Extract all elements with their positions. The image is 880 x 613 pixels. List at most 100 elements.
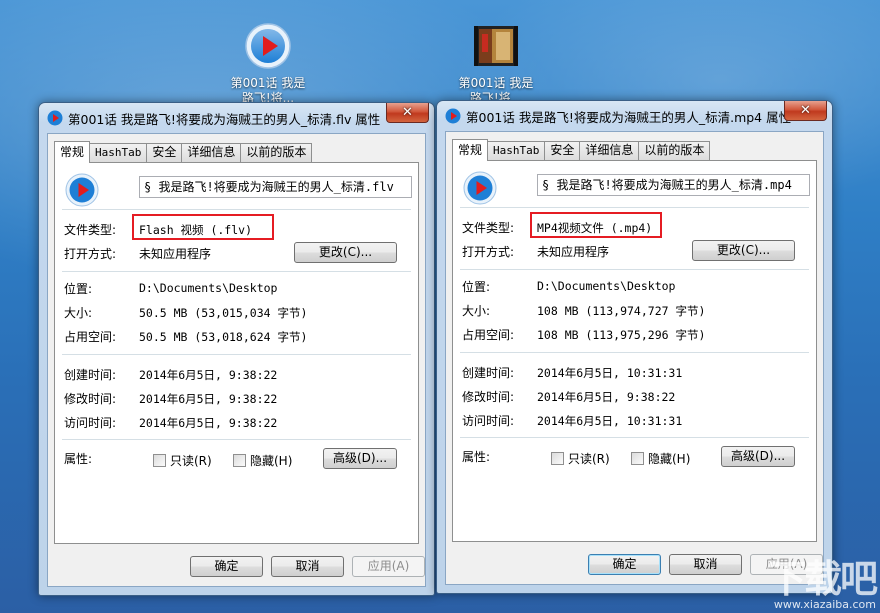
- separator: [62, 209, 411, 210]
- readonly-label: 只读(R): [170, 454, 212, 468]
- tab-details[interactable]: 详细信息: [579, 141, 640, 160]
- close-button[interactable]: ✕: [386, 103, 429, 123]
- readonly-label: 只读(R): [568, 452, 610, 466]
- readonly-checkbox[interactable]: 只读(R): [551, 450, 610, 467]
- tab-bar: 常规 HashTab 安全 详细信息 以前的版本: [54, 141, 313, 163]
- filename-field[interactable]: § 我是路飞!将要成为海贼王的男人_标清.mp4: [537, 174, 810, 196]
- title-bar[interactable]: 第001话 我是路飞!将要成为海贼王的男人_标清.flv 属性: [47, 107, 434, 129]
- separator: [62, 354, 411, 355]
- change-button[interactable]: 更改(C)...: [294, 242, 397, 263]
- cancel-button[interactable]: 取消: [669, 554, 742, 575]
- created-label: 创建时间:: [462, 366, 515, 380]
- accessed-label: 访问时间:: [462, 414, 515, 428]
- close-icon: ✕: [402, 105, 413, 120]
- close-button[interactable]: ✕: [784, 101, 827, 121]
- hidden-checkbox[interactable]: 隐藏(H): [631, 450, 690, 467]
- tab-security[interactable]: 安全: [146, 143, 183, 162]
- location-value: D:\Documents\Desktop: [537, 279, 676, 293]
- readonly-checkbox[interactable]: 只读(R): [153, 452, 212, 469]
- accessed-value: 2014年6月5日, 10:31:31: [537, 414, 683, 428]
- modified-label: 修改时间:: [462, 390, 515, 404]
- checkbox-box[interactable]: [153, 454, 166, 467]
- separator: [62, 271, 411, 272]
- play-video-icon: [47, 110, 63, 126]
- play-video-icon: [245, 23, 291, 69]
- size-value: 50.5 MB (53,015,034 字节): [139, 306, 308, 320]
- properties-window-mp4[interactable]: 第001话 我是路飞!将要成为海贼王的男人_标清.mp4 属性 ✕ 常规 Has…: [436, 100, 833, 594]
- modified-value: 2014年6月5日, 9:38:22: [537, 390, 676, 404]
- hidden-checkbox[interactable]: 隐藏(H): [233, 452, 292, 469]
- checkbox-box[interactable]: [631, 452, 644, 465]
- highlight-box: [132, 214, 274, 240]
- location-value: D:\Documents\Desktop: [139, 281, 278, 295]
- cancel-button[interactable]: 取消: [271, 556, 344, 577]
- dialog-body: 常规 HashTab 安全 详细信息 以前的版本 § 我是路飞!将要成为海贼王的…: [445, 131, 824, 585]
- open-with-label: 打开方式:: [462, 245, 515, 259]
- size-on-disk-value: 108 MB (113,975,296 字节): [537, 328, 706, 342]
- general-panel: § 我是路飞!将要成为海贼王的男人_标清.flv 文件类型: Flash 视频 …: [54, 162, 419, 544]
- tab-general[interactable]: 常规: [452, 139, 489, 161]
- accessed-label: 访问时间:: [64, 416, 117, 430]
- window-title: 第001话 我是路飞!将要成为海贼王的男人_标清.mp4 属性: [466, 109, 792, 125]
- separator: [460, 352, 809, 353]
- size-label: 大小:: [462, 304, 491, 318]
- open-with-value: 未知应用程序: [139, 247, 212, 261]
- properties-window-flv[interactable]: 第001话 我是路飞!将要成为海贼王的男人_标清.flv 属性 ✕ 常规 Has…: [38, 102, 435, 596]
- created-value: 2014年6月5日, 9:38:22: [139, 368, 278, 382]
- tab-hashtab[interactable]: HashTab: [487, 141, 546, 160]
- tab-details[interactable]: 详细信息: [181, 143, 242, 162]
- video-thumbnail-icon: [474, 26, 518, 66]
- title-bar[interactable]: 第001话 我是路飞!将要成为海贼王的男人_标清.mp4 属性: [445, 105, 832, 127]
- advanced-button[interactable]: 高级(D)...: [721, 446, 795, 467]
- open-with-label: 打开方式:: [64, 247, 117, 261]
- modified-value: 2014年6月5日, 9:38:22: [139, 392, 278, 406]
- modified-label: 修改时间:: [64, 392, 117, 406]
- tab-general[interactable]: 常规: [54, 141, 91, 163]
- watermark-logo: 下载吧: [767, 557, 878, 601]
- attributes-label: 属性:: [64, 452, 93, 466]
- separator: [460, 437, 809, 438]
- size-on-disk-label: 占用空间:: [64, 330, 117, 344]
- size-label: 大小:: [64, 306, 93, 320]
- tab-previous-versions[interactable]: 以前的版本: [240, 143, 313, 162]
- created-value: 2014年6月5日, 10:31:31: [537, 366, 683, 380]
- window-title: 第001话 我是路飞!将要成为海贼王的男人_标清.flv 属性: [68, 111, 381, 127]
- tab-bar: 常规 HashTab 安全 详细信息 以前的版本: [452, 139, 711, 161]
- apply-button[interactable]: 应用(A): [352, 556, 425, 577]
- play-video-icon: [445, 108, 461, 124]
- size-value: 108 MB (113,974,727 字节): [537, 304, 706, 318]
- separator: [460, 207, 809, 208]
- tab-security[interactable]: 安全: [544, 141, 581, 160]
- play-video-icon: [65, 173, 99, 207]
- close-icon: ✕: [800, 103, 811, 118]
- tab-previous-versions[interactable]: 以前的版本: [638, 141, 711, 160]
- open-with-value: 未知应用程序: [537, 245, 610, 259]
- dialog-body: 常规 HashTab 安全 详细信息 以前的版本 § 我是路飞!将要成为海贼王的…: [47, 133, 426, 587]
- change-button[interactable]: 更改(C)...: [692, 240, 795, 261]
- hidden-label: 隐藏(H): [250, 454, 293, 468]
- separator: [62, 439, 411, 440]
- file-type-label: 文件类型:: [462, 221, 515, 235]
- tab-hashtab[interactable]: HashTab: [89, 143, 148, 162]
- watermark-url: www.xiazaiba.com: [773, 598, 876, 611]
- checkbox-box[interactable]: [551, 452, 564, 465]
- filename-field[interactable]: § 我是路飞!将要成为海贼王的男人_标清.flv: [139, 176, 412, 198]
- location-label: 位置:: [64, 282, 93, 296]
- file-type-label: 文件类型:: [64, 223, 117, 237]
- desktop-icon-flv[interactable]: 第001话 我是路飞!将...: [228, 22, 308, 106]
- watermark: 下载吧 www.xiazaiba.com: [767, 557, 878, 611]
- checkbox-box[interactable]: [233, 454, 246, 467]
- ok-button[interactable]: 确定: [588, 554, 661, 575]
- location-label: 位置:: [462, 280, 491, 294]
- highlight-box: [530, 212, 662, 238]
- separator: [460, 269, 809, 270]
- hidden-label: 隐藏(H): [648, 452, 691, 466]
- general-panel: § 我是路飞!将要成为海贼王的男人_标清.mp4 文件类型: MP4视频文件 (…: [452, 160, 817, 542]
- attributes-label: 属性:: [462, 450, 491, 464]
- size-on-disk-value: 50.5 MB (53,018,624 字节): [139, 330, 308, 344]
- accessed-value: 2014年6月5日, 9:38:22: [139, 416, 278, 430]
- desktop-icon-mp4[interactable]: 第001话 我是路飞!将...: [456, 22, 536, 106]
- advanced-button[interactable]: 高级(D)...: [323, 448, 397, 469]
- play-video-icon: [463, 171, 497, 205]
- ok-button[interactable]: 确定: [190, 556, 263, 577]
